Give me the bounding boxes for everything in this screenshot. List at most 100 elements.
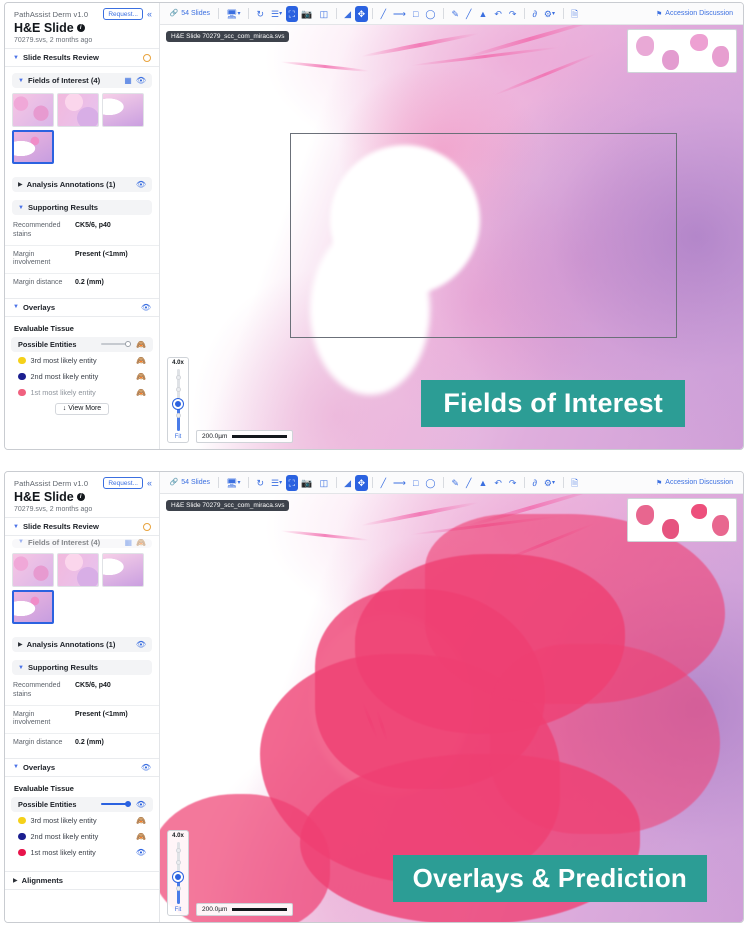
arrow-icon[interactable]: ⟶ [390,6,410,22]
overlay-row-3rd-entity[interactable]: 3rd most likely entity 🙈 [11,353,153,368]
section-fields-of-interest[interactable]: ▼ Fields of Interest (4) ▦ 👁 [12,73,152,88]
thumbnail-1[interactable] [12,553,54,587]
zoom-slider[interactable] [173,842,183,904]
zoom-control[interactable]: 4.0x Fit [167,830,189,916]
pen-icon[interactable]: ✎ [448,475,463,491]
move-icon[interactable]: ✥ [354,474,369,491]
thumbnail-3[interactable] [102,93,144,127]
section-analysis-annotations[interactable]: ▶ Analysis Annotations (1) 👁 [12,637,152,652]
layers-icon[interactable]: ☰ ▾ [268,6,286,22]
overlay-row-1st-entity[interactable]: 1st most likely entity 👁 [11,845,153,860]
fit-screen-icon[interactable]: ⛶ [285,474,298,491]
info-icon[interactable]: i [76,24,85,32]
move-icon[interactable]: ✥ [354,5,369,22]
layers-icon[interactable]: ☰ ▾ [268,475,286,491]
redo-icon[interactable]: ↷ [505,475,520,491]
arrow-icon[interactable]: ⟶ [390,475,410,491]
section-overlays[interactable]: ▼ Overlays 👁 [5,297,159,317]
redo-icon[interactable]: ↷ [505,6,520,22]
square-icon[interactable]: □ [409,475,421,491]
thumbnail-2[interactable] [57,93,99,127]
eye-off-icon[interactable]: 🙈 [136,372,146,381]
overlay-row-3rd-entity[interactable]: 3rd most likely entity 🙈 [11,813,153,828]
slides-count[interactable]: 🔗 54 Slides [166,6,214,22]
circle-icon[interactable]: ◯ [422,475,439,491]
section-supporting-results[interactable]: ▼ Supporting Results [12,200,152,215]
overlay-row-possible-entities[interactable]: Possible Entities 👁 [11,796,153,812]
share-icon[interactable]: ∂ [529,6,540,22]
eye-off-icon[interactable]: 🙈 [136,356,146,365]
note-add-icon[interactable]: 🗎 [568,6,582,22]
stamp-icon[interactable]: ▲ [475,475,491,491]
brush-icon[interactable]: ╱ [463,475,475,491]
filmstrip-icon[interactable]: ◫ [316,6,332,22]
thumbnail-4-selected[interactable] [12,590,54,624]
thumbnail-1[interactable] [12,93,54,127]
request-button[interactable]: Request... [103,477,143,489]
overlay-row-1st-entity[interactable]: 1st most likely entity 🙈 [11,385,153,400]
camera-icon[interactable]: 📷 [298,6,316,22]
circle-icon[interactable]: ◯ [422,6,439,22]
note-add-icon[interactable]: 🗎 [568,475,582,491]
pen-icon[interactable]: ✎ [448,6,463,22]
overlay-row-2nd-entity[interactable]: 2nd most likely entity 🙈 [11,369,153,384]
eye-icon[interactable]: 👁 [136,640,146,649]
section-fields-of-interest[interactable]: ▼ Fields of Interest (4) ▦ 🙈 [12,539,152,548]
overlay-row-2nd-entity[interactable]: 2nd most likely entity 🙈 [11,829,153,844]
rotate-icon[interactable]: ↻ [253,6,268,22]
info-icon[interactable]: i [76,493,85,501]
chevrons-left-icon[interactable]: « [147,478,152,488]
grid-view-icon[interactable]: ▦ [124,76,132,85]
section-slide-results-review[interactable]: ▼ Slide Results Review [5,517,159,536]
slide-canvas-bottom[interactable]: H&E Slide 70279_scc_com_miraca.svs 4.0x [160,494,743,922]
eye-icon[interactable]: 👁 [141,303,151,312]
section-overlays[interactable]: ▼ Overlays 👁 [5,757,159,777]
gear-icon[interactable]: ⚙ ▾ [540,475,558,491]
eye-icon[interactable]: 👁 [141,763,151,772]
rotate-icon[interactable]: ↻ [253,475,268,491]
monitor-icon[interactable]: 🖥 ▾ [223,6,244,22]
undo-icon[interactable]: ↶ [491,475,506,491]
overlay-row-possible-entities[interactable]: Possible Entities 🙈 [11,336,153,352]
eye-icon[interactable]: 👁 [136,180,146,189]
section-analysis-annotations[interactable]: ▶ Analysis Annotations (1) 👁 [12,177,152,192]
eye-off-icon[interactable]: 🙈 [136,388,146,397]
area-icon[interactable]: ◢ [341,6,355,22]
filmstrip-icon[interactable]: ◫ [316,475,332,491]
slide-canvas-top[interactable]: H&E Slide 70279_scc_com_miraca.svs 4.0x [160,25,743,449]
camera-icon[interactable]: 📷 [298,475,316,491]
line-icon[interactable]: ╱ [377,475,389,491]
zoom-fit-button[interactable]: Fit [175,907,182,913]
opacity-slider[interactable] [100,800,131,808]
chevrons-left-icon[interactable]: « [147,9,152,19]
request-button[interactable]: Request... [103,8,143,20]
eye-icon[interactable]: 👁 [136,76,146,85]
thumbnail-3[interactable] [102,553,144,587]
section-alignments[interactable]: ▶ Alignments [5,870,159,890]
square-icon[interactable]: □ [409,6,421,22]
eye-icon[interactable]: 👁 [136,848,146,857]
zoom-fit-button[interactable]: Fit [175,434,182,440]
view-more-button[interactable]: ↓ View More [54,402,110,415]
eye-icon[interactable]: 👁 [136,800,146,809]
brush-icon[interactable]: ╱ [463,6,475,22]
thumbnail-2[interactable] [57,553,99,587]
eye-off-icon[interactable]: 🙈 [136,539,146,547]
zoom-slider[interactable] [173,369,183,431]
zoom-control[interactable]: 4.0x Fit [167,357,189,443]
field-of-interest-rectangle[interactable] [290,133,677,338]
accession-discussion-button[interactable]: ⚑ Accession Discussion [656,479,737,487]
accession-discussion-button[interactable]: ⚑ Accession Discussion [656,10,737,18]
opacity-slider[interactable] [101,340,132,348]
grid-view-icon[interactable]: ▦ [124,539,132,547]
gear-icon[interactable]: ⚙ ▾ [540,6,558,22]
thumbnail-4-selected[interactable] [12,130,54,164]
eye-off-icon[interactable]: 🙈 [136,340,146,349]
section-supporting-results[interactable]: ▼ Supporting Results [12,660,152,675]
stamp-icon[interactable]: ▲ [475,6,491,22]
area-icon[interactable]: ◢ [341,475,355,491]
share-icon[interactable]: ∂ [529,475,540,491]
undo-icon[interactable]: ↶ [491,6,506,22]
eye-off-icon[interactable]: 🙈 [136,816,146,825]
slides-count[interactable]: 🔗 54 Slides [166,475,214,491]
